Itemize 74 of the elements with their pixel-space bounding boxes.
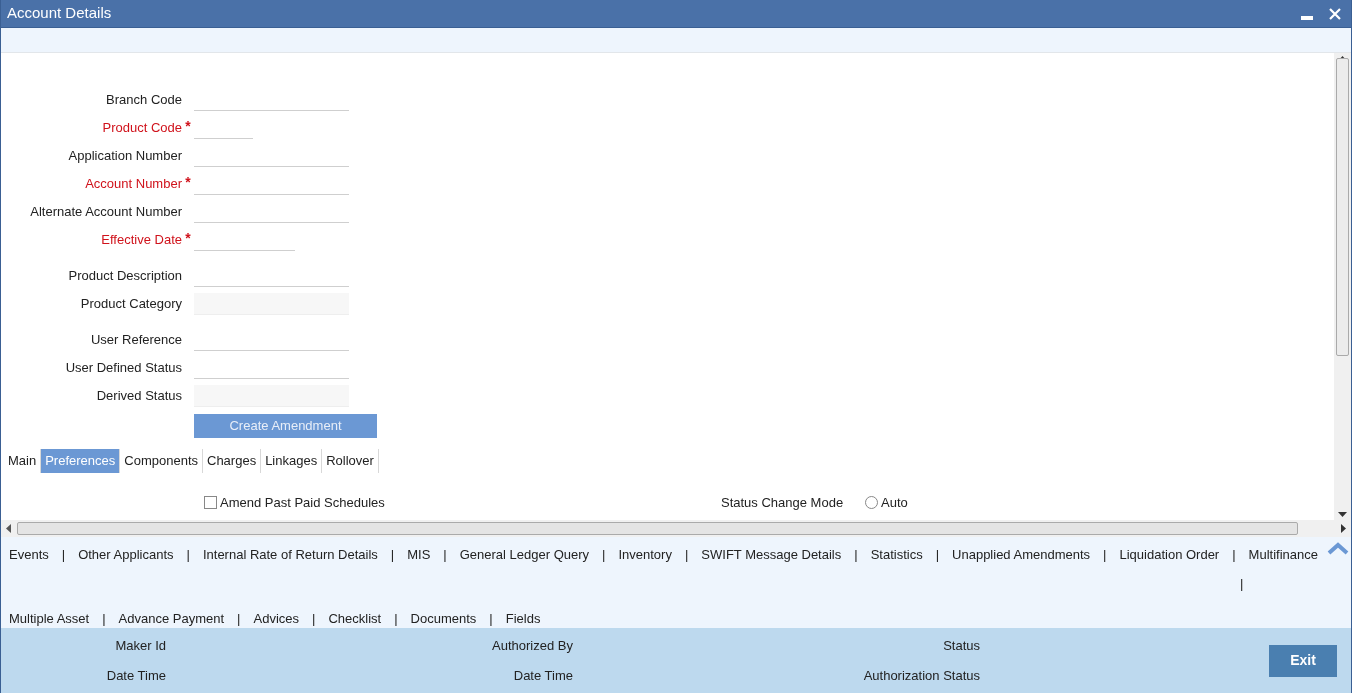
link-separator: | <box>389 546 396 564</box>
link-separator: | <box>1231 546 1237 564</box>
scroll-down-icon[interactable] <box>1338 512 1347 517</box>
field-label: Effective Date <box>100 231 182 250</box>
horizontal-scrollbar[interactable] <box>1 520 1351 537</box>
link-separator: | <box>934 546 941 564</box>
scroll-left-icon[interactable] <box>6 524 11 533</box>
link-separator: | <box>1240 575 1244 593</box>
nav-link[interactable]: Multiple Asset <box>9 608 90 628</box>
nav-link[interactable]: Liquidation Order <box>1119 545 1220 565</box>
nav-link[interactable]: Fields <box>505 608 541 628</box>
required-mark: * <box>185 173 191 192</box>
tab[interactable]: Linkages <box>261 449 322 473</box>
nav-link[interactable]: MIS <box>407 545 431 565</box>
nav-link[interactable]: Events <box>9 545 49 565</box>
required-mark: * <box>185 229 191 248</box>
field-label: Alternate Account Number <box>29 203 182 222</box>
nav-link[interactable]: Inventory <box>618 545 672 565</box>
window-title: Account Details <box>7 3 112 24</box>
link-separator: | <box>683 546 690 564</box>
chevron-up-icon[interactable] <box>1327 542 1349 555</box>
nav-link[interactable]: General Ledger Query <box>459 545 590 565</box>
field-label: Product Category <box>79 295 182 314</box>
field-label: Branch Code <box>105 91 182 110</box>
footer-label: Date Time <box>106 667 166 685</box>
checkbox-option[interactable]: Amend Past Paid Schedules <box>204 492 721 513</box>
radio-button[interactable] <box>865 496 878 509</box>
link-separator: | <box>185 546 191 564</box>
required-mark: * <box>185 117 191 136</box>
scroll-right-icon[interactable] <box>1341 524 1346 533</box>
link-separator: | <box>393 609 399 628</box>
link-separator: | <box>101 609 107 628</box>
link-separator: | <box>236 609 242 628</box>
checkbox[interactable] <box>204 496 217 509</box>
radio-option[interactable]: Auto <box>865 492 908 513</box>
tab[interactable]: Rollover <box>322 449 378 473</box>
nav-link[interactable]: Unapplied Amendments <box>952 545 1091 565</box>
link-separator: | <box>1102 546 1108 564</box>
nav-link[interactable]: Checklist <box>328 608 382 628</box>
field-label: User Reference <box>89 331 182 350</box>
footer-label: Authorized By <box>492 636 573 655</box>
link-separator: | <box>601 546 607 564</box>
nav-link[interactable]: SWIFT Message Details <box>701 545 842 565</box>
footer-label: Authorization Status <box>863 667 980 685</box>
nav-link[interactable]: Internal Rate of Return Details <box>202 545 378 565</box>
scrollbar-thumb[interactable] <box>1336 57 1349 356</box>
tab[interactable]: Components <box>120 449 202 473</box>
footer-label: Maker Id <box>115 636 166 655</box>
nav-link[interactable]: Statistics <box>870 545 923 565</box>
exit-button[interactable]: Exit <box>1269 644 1337 677</box>
field-label: Status Change Mode <box>721 493 845 512</box>
field-label: Product Description <box>67 267 182 286</box>
field-label: Application Number <box>67 147 182 166</box>
field-label: Derived Status <box>95 387 182 406</box>
footer-label: Status <box>943 636 980 655</box>
link-separator: | <box>853 546 859 564</box>
nav-link[interactable]: Other Applicants <box>78 545 174 565</box>
nav-link[interactable]: Documents <box>410 608 477 628</box>
nav-link[interactable]: Multifinance <box>1248 545 1318 565</box>
tab[interactable]: Charges <box>203 449 261 473</box>
scrollbar-thumb[interactable] <box>17 522 1298 535</box>
footer-label: Date Time <box>513 667 573 685</box>
field-label: Account Number <box>84 175 182 194</box>
nav-link[interactable]: Advance Payment <box>118 608 225 628</box>
field-label: User Defined Status <box>64 359 182 378</box>
link-separator: | <box>311 609 317 628</box>
link-separator: | <box>488 609 494 628</box>
nav-link[interactable]: Advices <box>253 608 300 628</box>
link-separator: | <box>442 546 448 564</box>
vertical-scrollbar[interactable] <box>1334 53 1351 520</box>
field-label: Product Code <box>101 119 182 138</box>
tab[interactable]: Main <box>4 449 41 473</box>
close-icon[interactable] <box>1329 7 1341 20</box>
link-separator: | <box>60 546 67 564</box>
